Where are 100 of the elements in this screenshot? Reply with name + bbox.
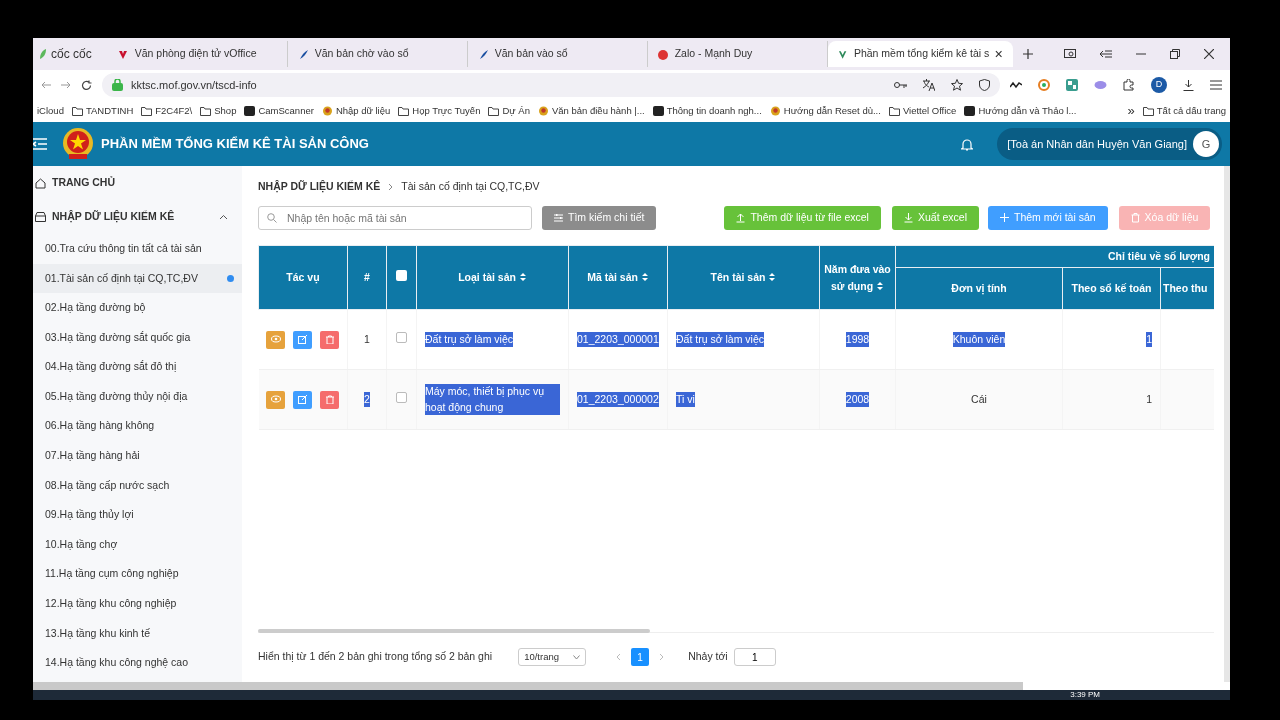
browser-tab[interactable]: Zalo - Mạnh Duy xyxy=(647,41,828,67)
browser-tab[interactable]: Văn bản vào sổ xyxy=(467,41,648,67)
ring-icon[interactable] xyxy=(1038,79,1050,91)
pencil-icon xyxy=(297,335,308,344)
bookmark-link[interactable]: Văn bản điều hành |... xyxy=(537,103,645,119)
trash-icon xyxy=(1130,213,1140,223)
checkbox[interactable] xyxy=(396,391,407,403)
user-avatar: G xyxy=(1193,131,1219,157)
screen-search-icon[interactable] xyxy=(1064,49,1076,59)
column-header: Đơn vị tính xyxy=(895,267,1063,310)
nav-group[interactable]: NHẬP DỮ LIỆU KIỂM KÊ xyxy=(33,200,242,234)
reload-icon[interactable] xyxy=(81,79,92,91)
nav-item[interactable]: 02.Hạ tầng đường bộ xyxy=(33,293,242,323)
bookmark-link[interactable]: Viettel Office xyxy=(888,103,957,119)
bookmark-link[interactable]: CamScanner xyxy=(244,103,314,119)
edit-button[interactable] xyxy=(293,390,313,409)
view-button[interactable] xyxy=(266,330,286,349)
page-size-select[interactable]: 10/trang xyxy=(518,648,587,666)
delete-button[interactable] xyxy=(320,330,340,349)
bookmark-link[interactable]: TANDTINH xyxy=(71,103,134,119)
column-header: Theo sổ kế toán xyxy=(1062,267,1161,310)
new-tab-icon[interactable] xyxy=(1022,49,1033,59)
browser-tab[interactable]: Phần mềm tổng kiểm kê tài s xyxy=(827,41,1013,67)
browser-tab[interactable]: Văn phòng điện tử vOffice xyxy=(107,41,288,67)
delete-button[interactable] xyxy=(320,390,340,409)
checkbox[interactable] xyxy=(396,270,407,282)
browser-tab[interactable]: Văn bản chờ vào sổ xyxy=(287,41,468,67)
forward-icon[interactable] xyxy=(61,80,71,90)
chevron-left-icon[interactable] xyxy=(616,653,622,661)
nav-item[interactable]: 12.Hạ tầng khu công nghiệp xyxy=(33,589,242,619)
profile-avatar[interactable]: D xyxy=(1151,77,1167,93)
eye-icon xyxy=(270,395,281,404)
nav-item[interactable]: 03.Hạ tầng đường sắt quốc gia xyxy=(33,322,242,353)
search-field[interactable]: Nhập tên hoặc mã tài sản xyxy=(258,206,532,230)
bookmark-link[interactable]: Hướng dẫn và Thảo l... xyxy=(964,103,1077,119)
column-header[interactable]: Tên tài sản xyxy=(667,245,820,310)
account-menu[interactable]: [Toà án Nhân dân Huyện Văn Giang] G xyxy=(997,128,1222,160)
nav-item[interactable]: 10.Hạ tầng chợ xyxy=(33,529,242,560)
lock-icon xyxy=(112,79,123,91)
nav-item[interactable]: 11.Hạ tầng cụm công nghiệp xyxy=(33,559,242,590)
close-icon[interactable] xyxy=(1204,49,1214,59)
table-cell: Ti vi xyxy=(676,391,695,408)
grid-icon[interactable] xyxy=(1066,79,1078,91)
star-icon[interactable] xyxy=(951,79,963,91)
bookmark-link[interactable]: Hướng dẫn Reset dù... xyxy=(769,103,881,119)
chevron-right-icon[interactable] xyxy=(659,653,665,661)
scrollbar-thumb[interactable] xyxy=(258,629,650,633)
column-header: # xyxy=(347,245,387,310)
nav-item[interactable]: TRANG CHỦ xyxy=(33,166,242,200)
checkbox[interactable] xyxy=(396,331,407,343)
bookmark-link[interactable]: Họp Trực Tuyến xyxy=(398,103,481,119)
nav-item[interactable]: 07.Hạ tầng hàng hải xyxy=(33,441,242,471)
download-icon[interactable] xyxy=(1183,79,1194,91)
download-icon xyxy=(903,213,913,223)
upload-icon xyxy=(736,213,746,223)
column-header[interactable]: Năm đưa vào sử dụng xyxy=(819,245,896,310)
squiggle-icon[interactable] xyxy=(1010,81,1022,89)
folder-icon xyxy=(398,106,410,116)
nav-item[interactable]: 06.Hạ tầng hàng không xyxy=(33,411,242,442)
page-jump-field[interactable]: 1 xyxy=(733,648,776,666)
menu-icon[interactable] xyxy=(1210,80,1222,90)
bell-icon[interactable] xyxy=(961,137,974,151)
nav-item[interactable]: 04.Hạ tầng đường sắt đô thị xyxy=(33,352,242,382)
filter-icon xyxy=(554,213,563,223)
back-icon[interactable] xyxy=(41,80,51,90)
view-button[interactable] xyxy=(266,390,286,409)
back-list-icon[interactable] xyxy=(1100,49,1112,59)
restore-icon[interactable] xyxy=(1170,49,1180,59)
address-bar[interactable]: kktsc.mof.gov.vn/tscd-info xyxy=(102,73,1000,97)
feather-icon[interactable] xyxy=(1094,80,1107,90)
puzzle-icon[interactable] xyxy=(1123,79,1135,91)
breadcrumb-item[interactable]: NHẬP DỮ LIỆU KIỂM KÊ xyxy=(258,179,381,195)
nav-item[interactable]: 13.Hạ tầng khu kinh tế xyxy=(33,618,242,649)
tray-icon xyxy=(35,212,46,222)
edit-button[interactable] xyxy=(293,330,313,349)
all-bookmarks-link[interactable]: Tất cả dấu trang xyxy=(1142,103,1226,119)
horizontal-scrollbar[interactable] xyxy=(33,682,1023,690)
folder-icon xyxy=(200,106,212,116)
translate-icon[interactable] xyxy=(923,79,935,91)
more-bookmarks-button[interactable]: » xyxy=(1127,101,1135,121)
nav-item[interactable]: 00.Tra cứu thông tin tất cả tài sản xyxy=(33,234,242,264)
key-icon[interactable] xyxy=(894,81,907,89)
bookmark-link[interactable]: Thông tin doanh ngh... xyxy=(652,103,762,119)
shield-icon[interactable] xyxy=(979,79,990,91)
nav-item[interactable]: 05.Hạ tầng đường thủy nội địa xyxy=(33,381,242,412)
nav-item[interactable]: 01.Tài sản cố định tại CQ,TC,ĐV xyxy=(33,263,242,294)
column-header[interactable]: Mã tài sản xyxy=(568,245,668,310)
bookmark-link[interactable]: Shop xyxy=(200,103,237,119)
bookmark-link[interactable]: Nhập dữ liệu xyxy=(321,103,391,119)
nav-item[interactable]: 08.Hạ tầng cấp nước sạch xyxy=(33,470,242,501)
bookmark-link[interactable]: Dự Án xyxy=(488,103,530,119)
nav-item[interactable]: 09.Hạ tầng thủy lợi xyxy=(33,500,242,530)
breadcrumb-item: Tài sản cố định tại CQ,TC,ĐV xyxy=(401,179,540,195)
bookmark-link[interactable]: iCloud xyxy=(37,103,64,119)
column-header[interactable]: Loại tài sản xyxy=(416,245,569,310)
nav-item[interactable]: 14.Hạ tầng khu công nghệ cao xyxy=(33,648,242,678)
v-logo-icon xyxy=(837,48,848,60)
emblem-icon xyxy=(537,106,549,116)
close-icon[interactable] xyxy=(995,50,1003,58)
bookmark-link[interactable]: F2C4F2\ xyxy=(141,103,193,119)
